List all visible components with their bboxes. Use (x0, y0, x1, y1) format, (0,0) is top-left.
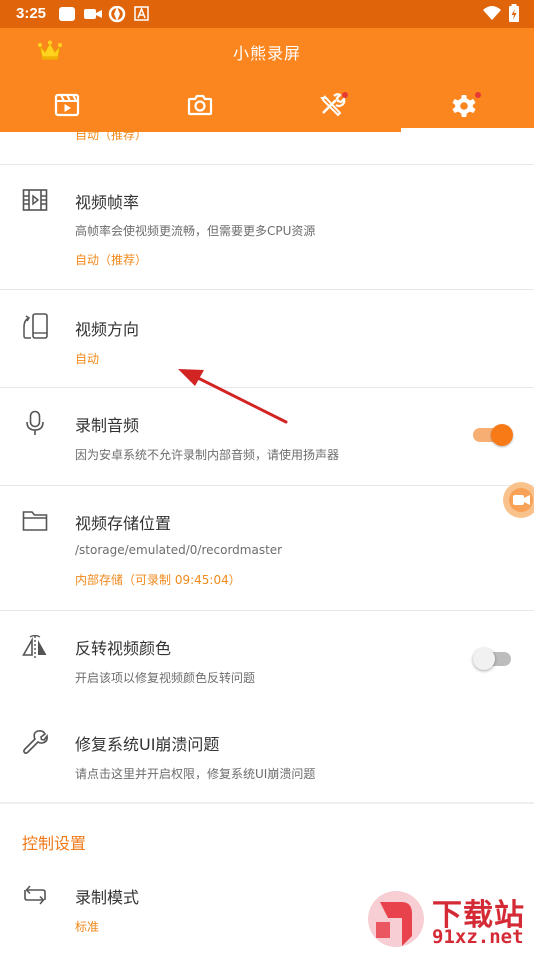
screen-rotation-icon (23, 313, 48, 339)
annotation-arrow (178, 369, 288, 424)
notification-square-icon (59, 7, 75, 21)
watermark-text-en: 91xz.net (432, 926, 524, 948)
microphone-icon (26, 410, 44, 435)
record-mode-value: 标准 (75, 920, 100, 934)
record-mode-title: 录制模式 (75, 888, 140, 907)
loop-icon (24, 885, 46, 905)
camera-icon (187, 94, 212, 116)
storage-value: 内部存储（可录制 09:45:04） (75, 573, 241, 587)
camcorder-icon (513, 495, 530, 505)
flip-icon (22, 635, 47, 660)
site-watermark: 下载站 91xz.net (362, 888, 534, 950)
tab-settings[interactable] (399, 78, 532, 132)
tools-icon (319, 92, 348, 117)
frame-rate-value: 自动（推荐） (75, 253, 148, 267)
wrench-icon (23, 730, 48, 754)
status-time: 3:25 (16, 5, 47, 22)
aperture-icon (108, 6, 126, 23)
fix-ui-title: 修复系统UI崩溃问题 (75, 735, 220, 754)
orientation-title: 视频方向 (75, 320, 140, 339)
floating-record-button[interactable] (503, 482, 534, 518)
battery-charging-icon (509, 4, 519, 22)
section-divider (0, 802, 534, 804)
folder-icon (22, 511, 48, 531)
invert-color-toggle[interactable] (473, 647, 513, 671)
orientation-value: 自动 (75, 352, 100, 366)
frame-rate-subtitle: 高帧率会使视频更流畅，但需要更多CPU资源 (75, 224, 316, 238)
setting-invert-color[interactable]: 反转视频颜色 开启该项以修复视频颜色反转问题 (0, 611, 534, 707)
toggle-knob (473, 648, 495, 670)
tab-screenshots[interactable] (133, 78, 266, 132)
storage-title: 视频存储位置 (75, 514, 172, 533)
active-tab-indicator (401, 128, 534, 132)
record-audio-toggle[interactable] (473, 423, 513, 447)
wifi-icon (483, 6, 501, 20)
control-settings-header: 控制设置 (22, 834, 87, 853)
frame-rate-title: 视频帧率 (75, 193, 140, 212)
storage-path: /storage/emulated/0/recordmaster (75, 543, 283, 557)
previous-setting-value: 自动（推荐） (75, 128, 148, 142)
app-bar: 小熊录屏 (0, 28, 534, 132)
invert-color-title: 反转视频颜色 (75, 639, 172, 658)
film-icon (22, 189, 48, 211)
setting-storage-location[interactable]: 视频存储位置 /storage/emulated/0/recordmaster … (0, 486, 534, 610)
tab-tools[interactable] (266, 78, 399, 132)
toggle-knob (491, 424, 513, 446)
invert-color-subtitle: 开启该项以修复视频颜色反转问题 (75, 671, 256, 685)
gear-icon (452, 92, 481, 117)
setting-fix-system-ui[interactable]: 修复系统UI崩溃问题 请点击这里并开启权限，修复系统UI崩溃问题 (0, 707, 534, 803)
a-icon (134, 6, 149, 21)
record-audio-subtitle: 因为安卓系统不允许录制内部音频，请使用扬声器 (75, 448, 340, 462)
tab-videos[interactable] (0, 78, 133, 132)
setting-frame-rate[interactable]: 视频帧率 高帧率会使视频更流畅，但需要更多CPU资源 自动（推荐） (0, 165, 534, 289)
app-title: 小熊录屏 (232, 44, 301, 63)
record-audio-title: 录制音频 (75, 416, 140, 435)
video-camera-icon (84, 9, 102, 19)
status-bar: 3:25 (0, 0, 534, 28)
video-list-icon (54, 93, 79, 117)
fix-ui-subtitle: 请点击这里并开启权限，修复系统UI崩溃问题 (75, 767, 316, 781)
